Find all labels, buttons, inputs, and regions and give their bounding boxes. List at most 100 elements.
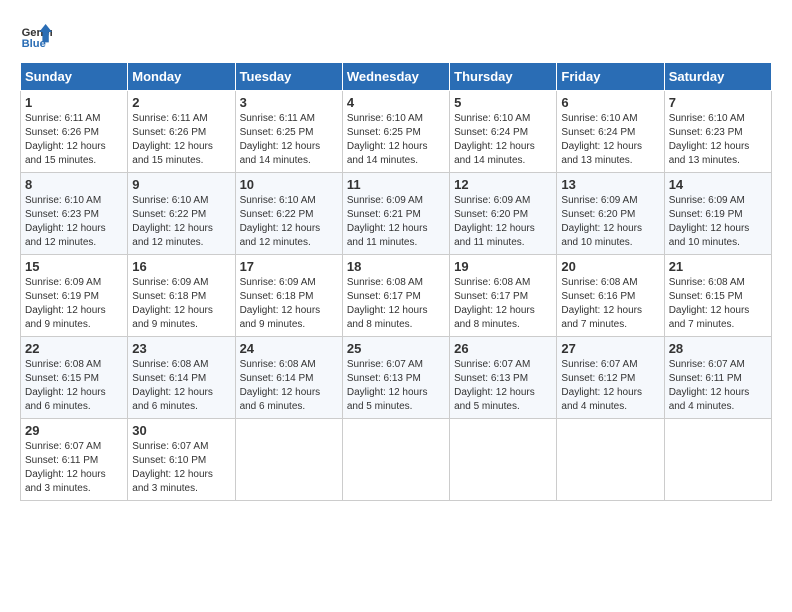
day-info: Sunrise: 6:09 AMSunset: 6:21 PMDaylight:… [347, 194, 445, 250]
calendar-cell: 9 Sunrise: 6:10 AMSunset: 6:22 PMDayligh… [128, 173, 235, 255]
calendar-cell: 29 Sunrise: 6:07 AMSunset: 6:11 PMDaylig… [21, 419, 128, 501]
calendar-cell: 12 Sunrise: 6:09 AMSunset: 6:20 PMDaylig… [450, 173, 557, 255]
day-number: 29 [25, 423, 123, 438]
calendar-cell: 15 Sunrise: 6:09 AMSunset: 6:19 PMDaylig… [21, 255, 128, 337]
calendar-cell: 22 Sunrise: 6:08 AMSunset: 6:15 PMDaylig… [21, 337, 128, 419]
day-number: 21 [669, 259, 767, 274]
day-number: 20 [561, 259, 659, 274]
day-number: 19 [454, 259, 552, 274]
calendar-week-5: 29 Sunrise: 6:07 AMSunset: 6:11 PMDaylig… [21, 419, 772, 501]
calendar-cell: 26 Sunrise: 6:07 AMSunset: 6:13 PMDaylig… [450, 337, 557, 419]
day-info: Sunrise: 6:08 AMSunset: 6:17 PMDaylight:… [347, 276, 445, 332]
calendar-cell: 24 Sunrise: 6:08 AMSunset: 6:14 PMDaylig… [235, 337, 342, 419]
day-info: Sunrise: 6:10 AMSunset: 6:25 PMDaylight:… [347, 112, 445, 168]
day-info: Sunrise: 6:09 AMSunset: 6:19 PMDaylight:… [669, 194, 767, 250]
day-number: 9 [132, 177, 230, 192]
day-info: Sunrise: 6:07 AMSunset: 6:11 PMDaylight:… [669, 358, 767, 414]
day-info: Sunrise: 6:09 AMSunset: 6:20 PMDaylight:… [454, 194, 552, 250]
day-info: Sunrise: 6:08 AMSunset: 6:17 PMDaylight:… [454, 276, 552, 332]
day-info: Sunrise: 6:10 AMSunset: 6:22 PMDaylight:… [240, 194, 338, 250]
weekday-header-thursday: Thursday [450, 63, 557, 91]
calendar-cell [557, 419, 664, 501]
calendar-cell: 3 Sunrise: 6:11 AMSunset: 6:25 PMDayligh… [235, 91, 342, 173]
day-number: 28 [669, 341, 767, 356]
calendar-cell: 2 Sunrise: 6:11 AMSunset: 6:26 PMDayligh… [128, 91, 235, 173]
page-header: General Blue [20, 20, 772, 52]
day-info: Sunrise: 6:07 AMSunset: 6:13 PMDaylight:… [454, 358, 552, 414]
calendar-cell: 5 Sunrise: 6:10 AMSunset: 6:24 PMDayligh… [450, 91, 557, 173]
day-info: Sunrise: 6:10 AMSunset: 6:24 PMDaylight:… [454, 112, 552, 168]
calendar-cell: 4 Sunrise: 6:10 AMSunset: 6:25 PMDayligh… [342, 91, 449, 173]
calendar-cell: 11 Sunrise: 6:09 AMSunset: 6:21 PMDaylig… [342, 173, 449, 255]
weekday-header-wednesday: Wednesday [342, 63, 449, 91]
calendar-cell: 7 Sunrise: 6:10 AMSunset: 6:23 PMDayligh… [664, 91, 771, 173]
day-number: 17 [240, 259, 338, 274]
weekdays-header: SundayMondayTuesdayWednesdayThursdayFrid… [21, 63, 772, 91]
day-number: 26 [454, 341, 552, 356]
calendar-cell: 28 Sunrise: 6:07 AMSunset: 6:11 PMDaylig… [664, 337, 771, 419]
day-number: 15 [25, 259, 123, 274]
calendar-cell: 6 Sunrise: 6:10 AMSunset: 6:24 PMDayligh… [557, 91, 664, 173]
calendar-cell: 16 Sunrise: 6:09 AMSunset: 6:18 PMDaylig… [128, 255, 235, 337]
day-info: Sunrise: 6:08 AMSunset: 6:15 PMDaylight:… [25, 358, 123, 414]
calendar-cell: 21 Sunrise: 6:08 AMSunset: 6:15 PMDaylig… [664, 255, 771, 337]
day-info: Sunrise: 6:11 AMSunset: 6:26 PMDaylight:… [25, 112, 123, 168]
day-info: Sunrise: 6:07 AMSunset: 6:13 PMDaylight:… [347, 358, 445, 414]
day-number: 5 [454, 95, 552, 110]
calendar-cell: 1 Sunrise: 6:11 AMSunset: 6:26 PMDayligh… [21, 91, 128, 173]
day-number: 13 [561, 177, 659, 192]
day-info: Sunrise: 6:09 AMSunset: 6:19 PMDaylight:… [25, 276, 123, 332]
day-number: 11 [347, 177, 445, 192]
day-number: 18 [347, 259, 445, 274]
day-number: 8 [25, 177, 123, 192]
calendar-cell: 19 Sunrise: 6:08 AMSunset: 6:17 PMDaylig… [450, 255, 557, 337]
day-number: 3 [240, 95, 338, 110]
calendar-body: 1 Sunrise: 6:11 AMSunset: 6:26 PMDayligh… [21, 91, 772, 501]
calendar-cell: 20 Sunrise: 6:08 AMSunset: 6:16 PMDaylig… [557, 255, 664, 337]
day-number: 27 [561, 341, 659, 356]
day-number: 2 [132, 95, 230, 110]
calendar-cell [664, 419, 771, 501]
day-info: Sunrise: 6:07 AMSunset: 6:10 PMDaylight:… [132, 440, 230, 496]
day-info: Sunrise: 6:10 AMSunset: 6:24 PMDaylight:… [561, 112, 659, 168]
weekday-header-monday: Monday [128, 63, 235, 91]
day-info: Sunrise: 6:08 AMSunset: 6:16 PMDaylight:… [561, 276, 659, 332]
calendar-cell: 8 Sunrise: 6:10 AMSunset: 6:23 PMDayligh… [21, 173, 128, 255]
day-number: 6 [561, 95, 659, 110]
day-number: 25 [347, 341, 445, 356]
day-number: 12 [454, 177, 552, 192]
day-number: 7 [669, 95, 767, 110]
calendar-table: SundayMondayTuesdayWednesdayThursdayFrid… [20, 62, 772, 501]
calendar-cell [342, 419, 449, 501]
calendar-cell: 23 Sunrise: 6:08 AMSunset: 6:14 PMDaylig… [128, 337, 235, 419]
day-number: 4 [347, 95, 445, 110]
day-info: Sunrise: 6:08 AMSunset: 6:14 PMDaylight:… [132, 358, 230, 414]
calendar-week-1: 1 Sunrise: 6:11 AMSunset: 6:26 PMDayligh… [21, 91, 772, 173]
weekday-header-friday: Friday [557, 63, 664, 91]
weekday-header-sunday: Sunday [21, 63, 128, 91]
day-info: Sunrise: 6:07 AMSunset: 6:11 PMDaylight:… [25, 440, 123, 496]
day-info: Sunrise: 6:09 AMSunset: 6:20 PMDaylight:… [561, 194, 659, 250]
day-number: 16 [132, 259, 230, 274]
calendar-week-3: 15 Sunrise: 6:09 AMSunset: 6:19 PMDaylig… [21, 255, 772, 337]
day-info: Sunrise: 6:11 AMSunset: 6:26 PMDaylight:… [132, 112, 230, 168]
day-number: 1 [25, 95, 123, 110]
calendar-cell: 17 Sunrise: 6:09 AMSunset: 6:18 PMDaylig… [235, 255, 342, 337]
logo: General Blue [20, 20, 56, 52]
calendar-cell [450, 419, 557, 501]
weekday-header-saturday: Saturday [664, 63, 771, 91]
calendar-cell: 25 Sunrise: 6:07 AMSunset: 6:13 PMDaylig… [342, 337, 449, 419]
svg-text:Blue: Blue [22, 38, 46, 50]
day-number: 10 [240, 177, 338, 192]
calendar-cell: 14 Sunrise: 6:09 AMSunset: 6:19 PMDaylig… [664, 173, 771, 255]
day-number: 30 [132, 423, 230, 438]
day-info: Sunrise: 6:07 AMSunset: 6:12 PMDaylight:… [561, 358, 659, 414]
day-info: Sunrise: 6:10 AMSunset: 6:23 PMDaylight:… [669, 112, 767, 168]
calendar-cell [235, 419, 342, 501]
day-info: Sunrise: 6:11 AMSunset: 6:25 PMDaylight:… [240, 112, 338, 168]
day-info: Sunrise: 6:09 AMSunset: 6:18 PMDaylight:… [240, 276, 338, 332]
logo-icon: General Blue [20, 20, 52, 52]
calendar-cell: 10 Sunrise: 6:10 AMSunset: 6:22 PMDaylig… [235, 173, 342, 255]
calendar-week-2: 8 Sunrise: 6:10 AMSunset: 6:23 PMDayligh… [21, 173, 772, 255]
calendar-cell: 18 Sunrise: 6:08 AMSunset: 6:17 PMDaylig… [342, 255, 449, 337]
